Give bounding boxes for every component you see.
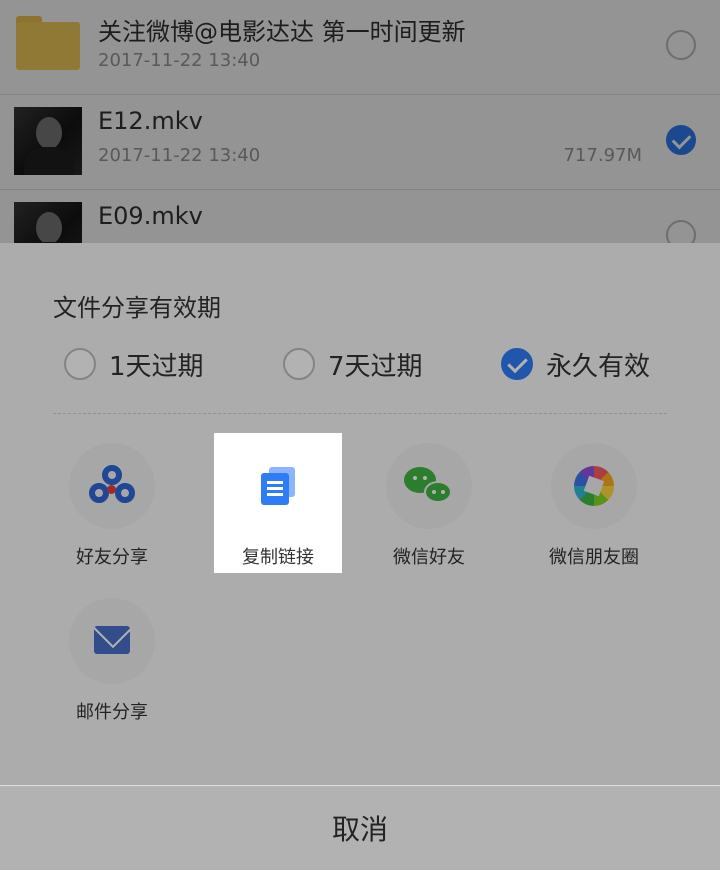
share-target-wechat[interactable]: 微信好友 xyxy=(365,433,493,573)
divider xyxy=(53,413,667,414)
share-target-label: 微信好友 xyxy=(393,547,465,568)
validity-option-label: 7天过期 xyxy=(328,351,423,382)
validity-option-label: 永久有效 xyxy=(546,351,651,382)
radio-button[interactable] xyxy=(64,348,96,380)
cancel-dim-overlay xyxy=(0,786,720,870)
share-icon-circle xyxy=(69,598,155,684)
wechat-icon xyxy=(404,467,454,507)
share-target-label: 邮件分享 xyxy=(76,702,148,723)
copy-link-icon xyxy=(261,467,295,505)
share-target-friends[interactable]: 好友分享 xyxy=(48,433,176,573)
share-target-label: 微信朋友圈 xyxy=(549,547,639,568)
validity-option-7day[interactable]: 7天过期 xyxy=(283,346,423,382)
radio-button-checked[interactable] xyxy=(501,348,533,380)
share-target-copy-link[interactable]: 复制链接 xyxy=(214,433,342,573)
baidu-cloud-icon xyxy=(89,465,135,507)
share-target-label: 复制链接 xyxy=(242,547,314,568)
share-target-mail[interactable]: 邮件分享 xyxy=(48,588,176,728)
share-sheet: 文件分享有效期 1天过期 7天过期 永久有效 好友分享 微信朋友圈 微信好友 邮… xyxy=(0,243,720,870)
validity-option-label: 1天过期 xyxy=(109,351,204,382)
wechat-moments-icon xyxy=(574,466,614,506)
share-icon-circle xyxy=(69,443,155,529)
radio-button[interactable] xyxy=(283,348,315,380)
mail-icon xyxy=(94,626,130,654)
validity-option-1day[interactable]: 1天过期 xyxy=(64,346,204,382)
validity-option-permanent[interactable]: 永久有效 xyxy=(501,346,650,382)
share-target-label: 好友分享 xyxy=(76,547,148,568)
share-icon-circle xyxy=(551,443,637,529)
share-validity-title: 文件分享有效期 xyxy=(53,294,221,322)
share-icon-circle xyxy=(235,443,321,529)
cancel-button[interactable]: 取消 xyxy=(0,785,720,870)
share-icon-circle xyxy=(386,443,472,529)
share-target-moments[interactable]: 微信朋友圈 xyxy=(530,433,658,573)
